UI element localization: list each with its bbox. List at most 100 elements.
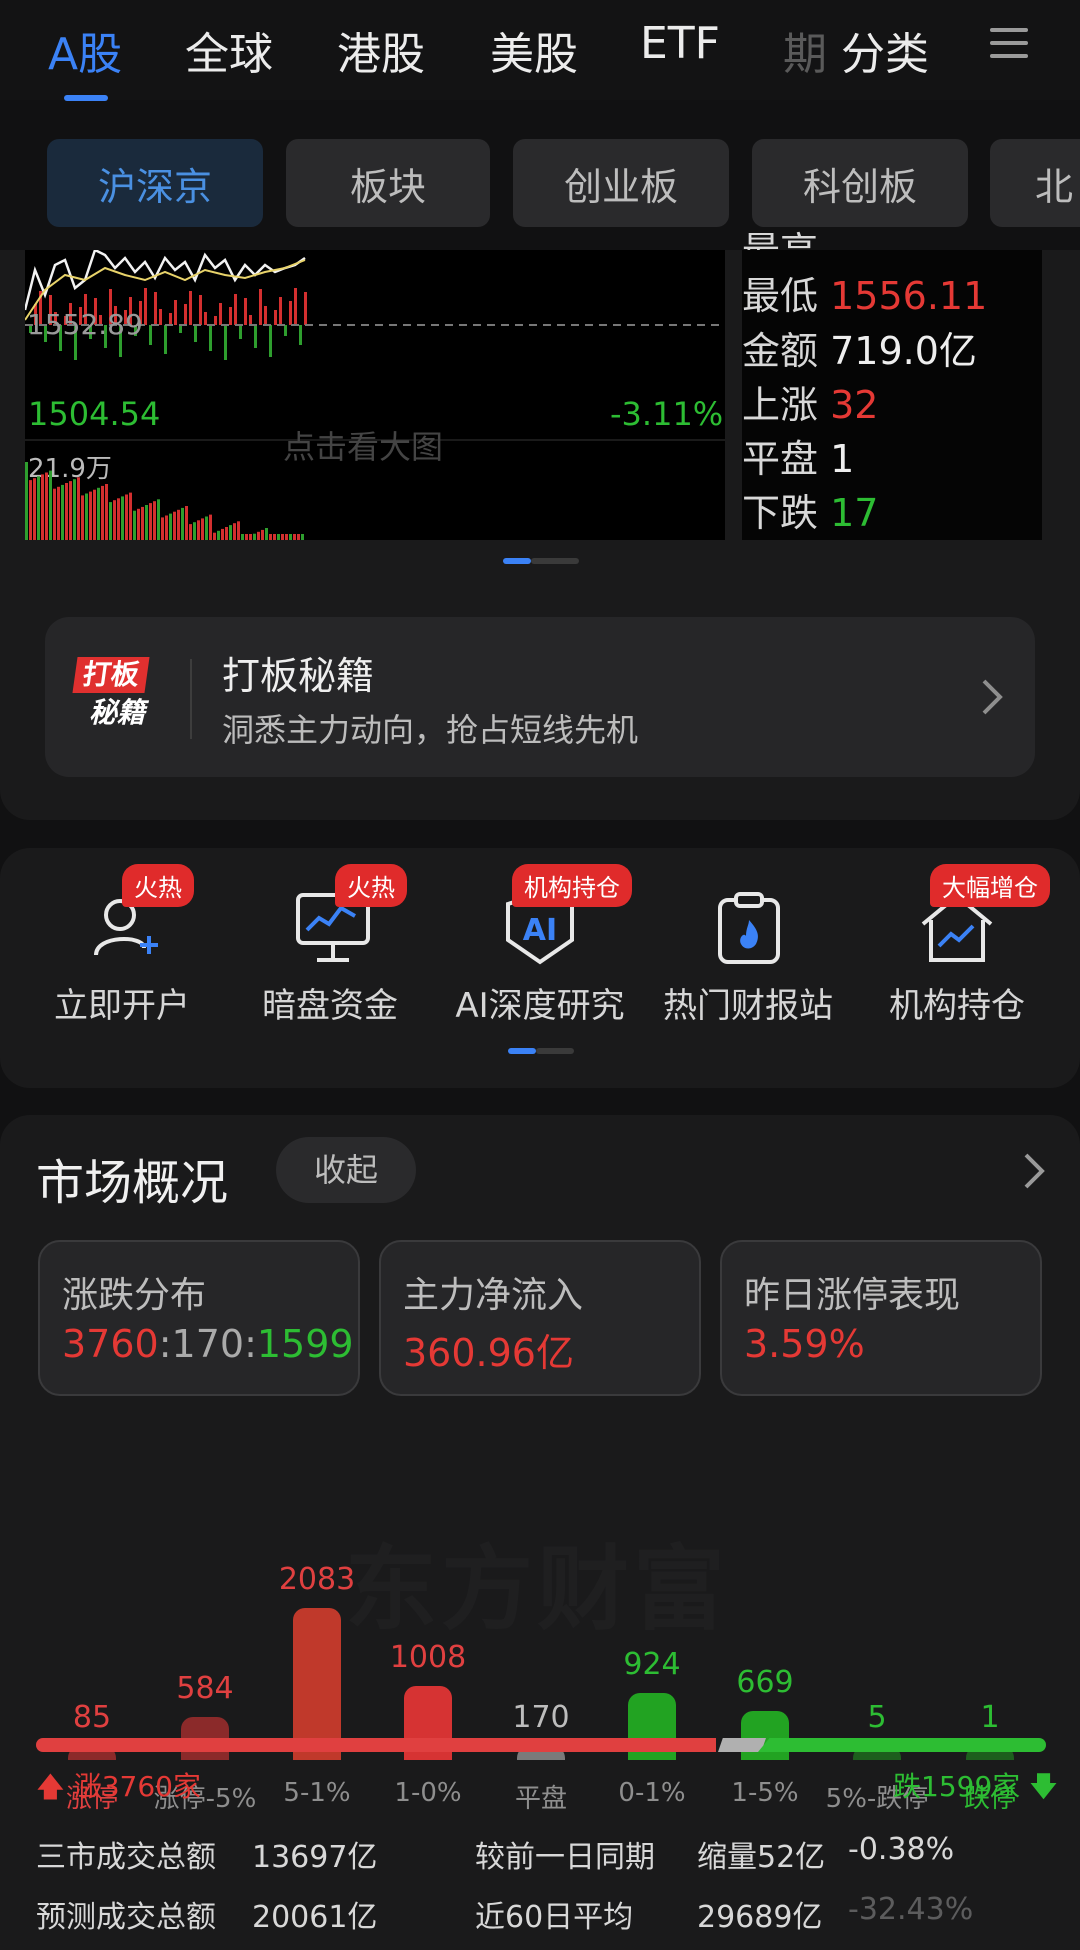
subtab-star[interactable]: 科创板 xyxy=(752,139,968,227)
distribution-bar-value: 1 xyxy=(980,1700,1000,1735)
card-value: 360.96亿 xyxy=(403,1331,574,1375)
intraday-bar xyxy=(219,303,222,325)
tab-futures[interactable]: 期 xyxy=(783,18,827,82)
subtab-sector[interactable]: 板块 xyxy=(286,139,490,227)
tab-us[interactable]: 美股 xyxy=(490,18,578,82)
stat-up-label: 上涨 xyxy=(742,383,819,427)
volume-bar xyxy=(165,515,168,540)
stat-up-value: 32 xyxy=(830,383,879,427)
volume-bar xyxy=(261,529,264,540)
intraday-bar xyxy=(239,325,242,339)
volume-bar xyxy=(205,516,208,540)
card-net-inflow[interactable]: 主力净流入 360.96亿 xyxy=(379,1240,701,1396)
volume-bar xyxy=(217,530,220,540)
menu-icon[interactable] xyxy=(990,28,1028,62)
intraday-bar xyxy=(234,294,237,325)
chevron-right-icon[interactable] xyxy=(980,677,1004,717)
card-title: 昨日涨停表现 xyxy=(744,1275,961,1316)
volume-bar xyxy=(93,489,96,540)
stat-amount-value: 719.0亿 xyxy=(830,329,977,373)
intraday-bar xyxy=(224,325,227,360)
distribution-bar-label: 1-0% xyxy=(394,1778,462,1808)
feature-grid: 火热 立即开户 火热 暗盘资金 AI 机构持仓 AI深度研究 热门财报站 大幅增… xyxy=(0,848,1080,1088)
volume-bar xyxy=(121,496,124,540)
volume-bar xyxy=(101,485,104,540)
volume-bar xyxy=(253,533,256,540)
volume-bar xyxy=(245,534,248,540)
market-title: 市场概况 xyxy=(36,1155,229,1211)
distribution-bar-value: 2083 xyxy=(278,1562,356,1597)
avg60-pct: -32.43% xyxy=(848,1892,974,1927)
volume-bar xyxy=(57,486,60,540)
volume-bar xyxy=(185,506,188,540)
intraday-bar xyxy=(154,292,157,325)
intraday-bar xyxy=(264,306,267,325)
intraday-bar xyxy=(289,301,292,325)
stat-flat-value: 1 xyxy=(830,437,855,481)
intraday-bar xyxy=(229,307,232,325)
fire-clipboard-icon xyxy=(718,892,780,964)
intraday-bar xyxy=(279,297,282,325)
chevron-right-icon[interactable] xyxy=(1022,1151,1046,1191)
arrow-up-icon: 🡅 xyxy=(36,1770,65,1803)
volume-bar xyxy=(53,488,56,540)
intraday-bar xyxy=(304,292,307,325)
distribution-bar-value: 924 xyxy=(623,1647,681,1682)
feature-label: 热门财报站 xyxy=(663,986,833,1026)
intraday-bar xyxy=(144,288,147,325)
feature-label: 机构持仓 xyxy=(889,986,1025,1026)
subtab-bj[interactable]: 北 xyxy=(990,139,1080,227)
volume-bar xyxy=(125,494,128,540)
intraday-bar xyxy=(159,309,162,325)
up-count-summary: 🡅 涨3760家 xyxy=(36,1770,201,1803)
subtab-hsj[interactable]: 沪深京 xyxy=(47,139,263,227)
volume-bar xyxy=(73,479,76,540)
top-tab-bar: A股 全球 港股 美股 ETF 期 分类 xyxy=(0,0,1080,101)
intraday-bar xyxy=(194,325,197,342)
volume-bar xyxy=(229,525,232,540)
tab-a-shares[interactable]: A股 xyxy=(48,18,122,82)
volume-bar xyxy=(129,492,132,540)
intraday-bar xyxy=(189,291,192,325)
promo-banner[interactable]: 打板 秘籍 打板秘籍 洞悉主力动向，抢占短线先机 xyxy=(45,617,1035,777)
feature-badge: 大幅增仓 xyxy=(930,864,1050,907)
distribution-bar[interactable] xyxy=(741,1711,789,1760)
intraday-bar xyxy=(199,295,202,325)
feature-badge: 机构持仓 xyxy=(512,864,632,907)
volume-bar xyxy=(133,510,136,540)
volume-bar xyxy=(249,534,252,540)
turnover-value: 13697亿 xyxy=(252,1840,378,1875)
volume-bar xyxy=(97,487,100,540)
ref-price-label: 1552.89 xyxy=(27,308,143,341)
intraday-bar xyxy=(294,288,297,325)
intraday-bar xyxy=(274,310,277,325)
tab-etf[interactable]: ETF xyxy=(640,18,720,69)
collapse-button[interactable]: 收起 xyxy=(276,1137,416,1203)
distribution-bar-value: 584 xyxy=(176,1671,234,1706)
index-chart-card[interactable]: 1552.89 1504.54 -3.11% 点击看大图 21.9万 最高 最低… xyxy=(0,229,1080,820)
tab-category[interactable]: 分类 xyxy=(841,18,929,82)
svg-text:AI: AI xyxy=(523,913,557,948)
subtab-gem[interactable]: 创业板 xyxy=(513,139,729,227)
volume-bar xyxy=(25,462,28,540)
distribution-bar-label: 0-1% xyxy=(618,1778,686,1808)
rise-fall-ratio-bar xyxy=(36,1738,1046,1752)
volume-bar xyxy=(37,476,40,540)
card-rise-fall-distribution[interactable]: 涨跌分布 3760:170:1599 xyxy=(38,1240,360,1396)
volume-bar xyxy=(61,484,64,540)
stat-down-label: 下跌 xyxy=(742,491,819,535)
down-count-summary: 跌1599家 🡇 xyxy=(893,1770,1058,1803)
intraday-bar xyxy=(284,325,287,336)
card-title: 涨跌分布 xyxy=(62,1275,207,1316)
stat-high-label: 最高 xyxy=(742,229,818,250)
chart-page-indicator xyxy=(503,558,579,564)
tab-hk[interactable]: 港股 xyxy=(337,18,425,82)
card-limit-up-performance[interactable]: 昨日涨停表现 3.59% xyxy=(720,1240,1042,1396)
distribution-bar-value: 170 xyxy=(512,1700,570,1735)
intraday-bar xyxy=(179,325,182,333)
intraday-bar xyxy=(259,289,262,325)
intraday-chart[interactable]: 1552.89 1504.54 -3.11% 点击看大图 21.9万 xyxy=(25,250,725,540)
volume-bar xyxy=(173,511,176,540)
stat-down-value: 17 xyxy=(830,491,879,535)
tab-global[interactable]: 全球 xyxy=(185,18,273,82)
